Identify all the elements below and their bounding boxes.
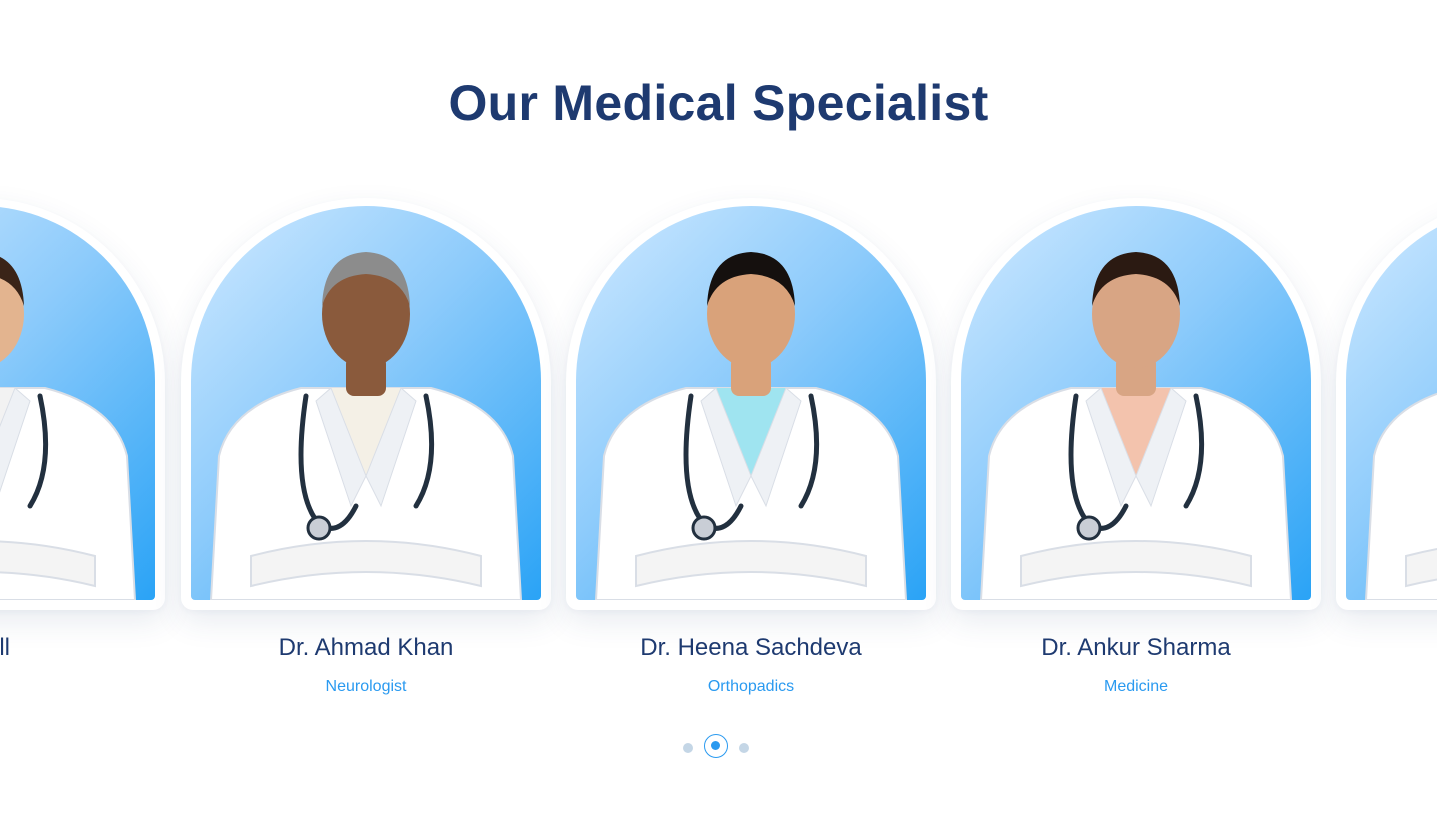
stethoscope-chestpiece	[306, 515, 332, 541]
doctor-specialty: ne	[0, 678, 165, 696]
doctor-name[interactable]: Dr. Ahmad Khan	[181, 634, 551, 662]
pagination-dot[interactable]	[739, 743, 749, 753]
stethoscope-chestpiece	[1076, 515, 1102, 541]
doctor-card[interactable]: Dr. Ahmad Khan Neurologist	[181, 198, 551, 718]
doctor-card[interactable]: Dr. Heena Sachdeva Orthopadics	[566, 198, 936, 718]
doctor-specialty: Medicine	[1103, 678, 1169, 695]
doctor-figure	[979, 252, 1293, 600]
doctor-photo-frame	[181, 198, 551, 610]
carousel-pagination	[0, 734, 1437, 762]
doctor-photo	[961, 206, 1311, 600]
doctor-name[interactable]: Dr	[1336, 634, 1437, 662]
doctor-photo	[0, 206, 155, 600]
doctor-figure	[0, 256, 137, 600]
doctor-card[interactable]: y Hull ne	[0, 198, 165, 718]
doctor-name[interactable]: Dr. Heena Sachdeva	[566, 634, 936, 662]
doctor-specialty: Orthopadics	[707, 678, 795, 695]
doctor-photo-frame	[951, 198, 1321, 610]
doctor-photo-frame	[1336, 198, 1437, 610]
doctor-figure	[594, 252, 908, 600]
doctor-photo	[576, 206, 926, 600]
doctor-name[interactable]: Dr. Ankur Sharma	[951, 634, 1321, 662]
pagination-dot[interactable]	[683, 743, 693, 753]
doctor-photo-frame	[566, 198, 936, 610]
doctor-photo	[191, 206, 541, 600]
doctor-figure	[209, 252, 523, 600]
doctor-figure	[1364, 392, 1437, 600]
doctor-card[interactable]: Dr. Ankur Sharma Medicine	[951, 198, 1321, 718]
doctor-name[interactable]: y Hull	[0, 634, 165, 662]
stethoscope-chestpiece	[691, 515, 717, 541]
doctor-photo-frame	[0, 198, 165, 610]
specialist-carousel[interactable]: y Hull ne Dr. Ahmad Khan Neurologist Dr.…	[0, 0, 1437, 819]
doctor-photo	[1346, 206, 1437, 600]
doctor-specialty: Neurologist	[325, 678, 407, 695]
doctor-card[interactable]: Dr	[1336, 198, 1437, 718]
pagination-dot-active[interactable]	[704, 734, 728, 758]
